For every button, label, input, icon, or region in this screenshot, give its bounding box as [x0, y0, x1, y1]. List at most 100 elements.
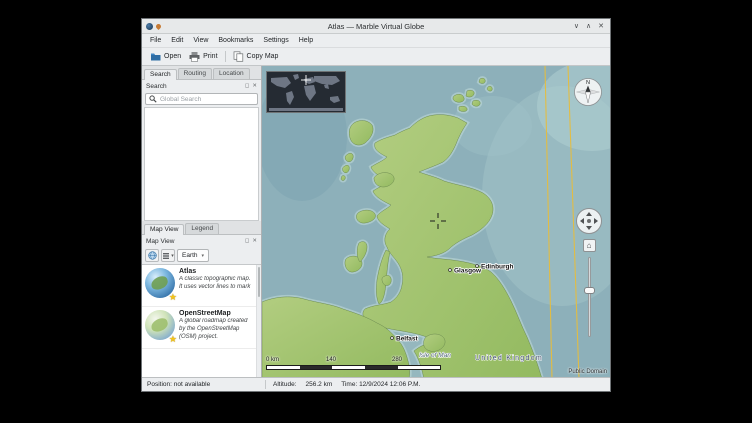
globe-icon — [148, 251, 157, 260]
map-view-controls: ▾ Earth ▾ — [142, 247, 261, 264]
scale-ruler — [266, 365, 441, 370]
status-altitude-value: 256.2 km — [306, 381, 333, 388]
map-theme-list: ★ Atlas A classic topographic map. It us… — [142, 264, 261, 377]
menu-settings[interactable]: Settings — [258, 34, 293, 48]
scale-label-end: 280 — [392, 357, 402, 363]
app-icon — [146, 23, 153, 30]
printer-icon — [189, 51, 200, 62]
theme-display-mode-button[interactable]: ▾ — [161, 249, 175, 262]
theme-name: Atlas — [179, 268, 253, 275]
overview-world-map[interactable] — [266, 71, 346, 113]
status-position: Position: not available — [147, 381, 265, 388]
titlebar[interactable]: Atlas — Marble Virtual Globe ∨ ∧ ✕ — [142, 19, 610, 34]
favorite-star-icon[interactable]: ★ — [169, 293, 177, 302]
pan-center-dot[interactable] — [587, 219, 591, 223]
compass-north-label: N — [586, 80, 590, 86]
chevron-down-icon: ▾ — [171, 253, 174, 259]
celestial-body-value: Earth — [182, 252, 198, 259]
pin-icon — [155, 22, 162, 29]
tab-routing[interactable]: Routing — [178, 68, 212, 79]
copy-map-label: Copy Map — [247, 53, 279, 60]
theme-description: A classic topographic map. It uses vecto… — [179, 276, 253, 292]
pan-dpad[interactable] — [576, 208, 602, 234]
home-button[interactable]: ⌂ — [583, 239, 596, 252]
sidebar: Search Routing Location Search ◻ ✕ — [142, 66, 262, 377]
map-canvas[interactable]: Glasgow Edinburgh Belfast Isle of Man Un… — [262, 66, 610, 377]
celestial-body-select[interactable]: Earth ▾ — [177, 249, 209, 262]
menubar: File Edit View Bookmarks Settings Help — [142, 34, 610, 48]
globe-view-button[interactable] — [145, 249, 159, 262]
theme-item-openstreetmap[interactable]: ★ OpenStreetMap A global roadmap created… — [142, 307, 261, 349]
marble-window: Atlas — Marble Virtual Globe ∨ ∧ ✕ File … — [141, 18, 611, 392]
search-placeholder: Global Search — [160, 96, 201, 103]
folder-open-icon — [150, 51, 161, 62]
theme-name: OpenStreetMap — [179, 310, 253, 317]
maximize-button[interactable]: ∧ — [586, 23, 591, 30]
city-dot-edinburgh — [476, 265, 479, 268]
map-scale-bar: 0 km 140 280 — [266, 357, 441, 370]
zoom-slider[interactable] — [585, 257, 594, 337]
pan-left-arrow-icon[interactable] — [580, 218, 584, 224]
map-view-panel-header: Map View ◻ ✕ — [142, 235, 261, 247]
status-altitude-label: Altitude: — [273, 381, 297, 388]
sidebar-bottom-tabs: Map View Legend — [142, 221, 261, 235]
open-button[interactable]: Open — [146, 49, 185, 64]
city-label-belfast: Belfast — [396, 336, 419, 343]
status-separator — [265, 380, 266, 389]
city-label-glasgow: Glasgow — [454, 268, 482, 275]
chevron-down-icon: ▾ — [202, 253, 205, 259]
copy-map-button[interactable]: Copy Map — [229, 49, 283, 64]
status-time: Time: 12/9/2024 12:06 P.M. — [341, 381, 420, 388]
tab-search[interactable]: Search — [144, 69, 177, 80]
sidebar-top-tabs: Search Routing Location — [142, 66, 261, 80]
zoom-slider-track[interactable] — [588, 257, 591, 337]
desktop-background: Atlas — Marble Virtual Globe ∨ ∧ ✕ File … — [0, 0, 752, 423]
close-panel-icon[interactable]: ✕ — [252, 238, 257, 244]
search-input[interactable]: Global Search — [145, 93, 258, 105]
menu-bookmarks[interactable]: Bookmarks — [213, 34, 258, 48]
theme-list-scrollbar[interactable] — [256, 265, 261, 377]
country-label-united-kingdom: United Kingdom — [475, 355, 543, 362]
minimize-button[interactable]: ∨ — [574, 23, 579, 30]
menu-edit[interactable]: Edit — [166, 34, 188, 48]
toolbar-separator — [225, 51, 226, 62]
list-icon — [162, 252, 170, 260]
search-results-list[interactable] — [144, 107, 259, 221]
pan-up-arrow-icon[interactable] — [586, 212, 592, 216]
tab-location[interactable]: Location — [213, 68, 250, 79]
pan-down-arrow-icon[interactable] — [586, 226, 592, 230]
float-panel-icon[interactable]: ◻ — [245, 238, 250, 244]
city-dot-belfast — [391, 337, 394, 340]
pan-right-arrow-icon[interactable] — [594, 218, 598, 224]
favorite-star-icon[interactable]: ★ — [169, 335, 177, 344]
zoom-slider-handle[interactable] — [584, 287, 595, 294]
compass-rose[interactable]: N — [573, 77, 603, 107]
menu-help[interactable]: Help — [294, 34, 318, 48]
print-label: Print — [203, 53, 217, 60]
menu-view[interactable]: View — [188, 34, 213, 48]
close-button[interactable]: ✕ — [598, 23, 604, 30]
map-view-panel-title: Map View — [146, 238, 174, 245]
window-title: Atlas — Marble Virtual Globe — [142, 22, 610, 31]
main-toolbar: Open Print Copy Map — [142, 48, 610, 66]
theme-item-atlas[interactable]: ★ Atlas A classic topographic map. It us… — [142, 265, 261, 307]
statusbar: Position: not available Altitude: 256.2 … — [142, 377, 610, 391]
print-button[interactable]: Print — [185, 49, 221, 64]
tab-map-view[interactable]: Map View — [144, 224, 184, 235]
city-dot-glasgow — [449, 269, 452, 272]
float-panel-icon[interactable]: ◻ — [245, 83, 250, 89]
menu-file[interactable]: File — [145, 34, 166, 48]
close-panel-icon[interactable]: ✕ — [252, 83, 257, 89]
tab-legend[interactable]: Legend — [185, 223, 219, 234]
map-attribution: Public Domain — [568, 369, 607, 375]
navigation-float: ⌂ — [576, 208, 602, 337]
search-panel-title: Search — [146, 83, 167, 90]
city-label-edinburgh: Edinburgh — [481, 264, 514, 271]
open-label: Open — [164, 53, 181, 60]
scale-label-mid: 140 — [326, 357, 336, 363]
theme-description: A global roadmap created by the OpenStre… — [179, 318, 253, 341]
copy-icon — [233, 51, 244, 62]
search-panel-header: Search ◻ ✕ — [142, 80, 261, 92]
search-icon — [149, 95, 157, 103]
scale-label-start: 0 km — [266, 357, 279, 363]
